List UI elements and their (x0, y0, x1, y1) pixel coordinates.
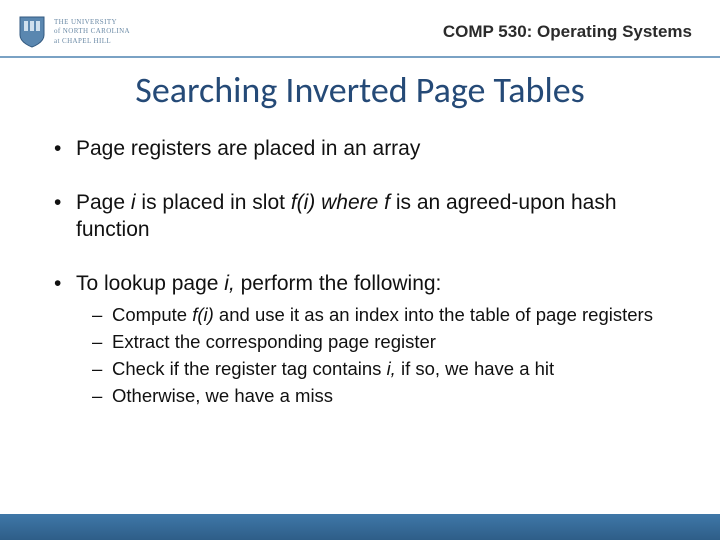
bullet-3: To lookup page i, perform the following: (54, 271, 672, 297)
university-logo: THE UNIVERSITY of NORTH CAROLINA at CHAP… (18, 15, 130, 49)
sub1-it1: f(i) (192, 304, 214, 325)
bullet-2-mid: is placed in slot (136, 191, 291, 214)
footer-bar (0, 514, 720, 540)
header: THE UNIVERSITY of NORTH CAROLINA at CHAP… (0, 0, 720, 58)
bullet-1-pre: Page registers are placed in an array (76, 137, 420, 160)
slide-title: Searching Inverted Page Tables (0, 58, 720, 136)
logo-line-3: at CHAPEL HILL (54, 37, 130, 46)
logo-line-1: THE UNIVERSITY (54, 18, 130, 27)
sub1-mid: and use it as an index into the table of… (214, 304, 653, 325)
subbullet-2: Extract the corresponding page register (92, 330, 672, 353)
bullet-3-pre: To lookup page (76, 272, 224, 295)
sub3-pre: Check if the register tag contains (112, 358, 387, 379)
university-name: THE UNIVERSITY of NORTH CAROLINA at CHAP… (54, 18, 130, 45)
bullet-2: Page i is placed in slot f(i) where f is… (54, 190, 672, 243)
bullet-2-pre: Page (76, 191, 131, 214)
sub2-pre: Extract the corresponding page register (112, 331, 436, 352)
course-label: COMP 530: Operating Systems (443, 22, 692, 42)
bullet-3-mid: perform the following: (235, 272, 442, 295)
unc-shield-icon (18, 15, 46, 49)
slide-body: Page registers are placed in an array Pa… (0, 136, 720, 408)
bullet-2-it2: f(i) where f (291, 191, 390, 214)
sub4-pre: Otherwise, we have a miss (112, 385, 333, 406)
bullet-1: Page registers are placed in an array (54, 136, 672, 162)
sub-bullets: Compute f(i) and use it as an index into… (54, 303, 672, 408)
sub3-it1: i, (387, 358, 396, 379)
sub1-pre: Compute (112, 304, 192, 325)
slide: THE UNIVERSITY of NORTH CAROLINA at CHAP… (0, 0, 720, 540)
bullet-3-it1: i, (224, 272, 235, 295)
subbullet-1: Compute f(i) and use it as an index into… (92, 303, 672, 326)
subbullet-4: Otherwise, we have a miss (92, 384, 672, 407)
logo-line-2: of NORTH CAROLINA (54, 27, 130, 36)
subbullet-3: Check if the register tag contains i, if… (92, 357, 672, 380)
sub3-mid: if so, we have a hit (396, 358, 554, 379)
